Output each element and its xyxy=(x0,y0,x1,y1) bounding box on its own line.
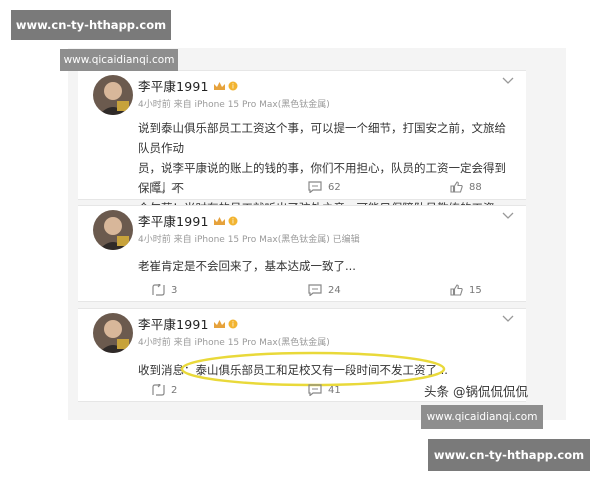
repost-count: 3 xyxy=(171,284,178,296)
crown-icon xyxy=(213,319,225,328)
vip-icon: i xyxy=(228,81,238,90)
username[interactable]: 李平康1991 xyxy=(138,76,209,95)
comment-button[interactable]: 41 xyxy=(308,382,341,398)
post-meta: 4小时前 来自 iPhone 15 Pro Max(黑色钛金属) xyxy=(138,338,330,348)
like-icon xyxy=(450,284,463,296)
crown-icon xyxy=(213,216,225,225)
like-icon xyxy=(450,181,463,193)
comment-count: 41 xyxy=(328,384,341,396)
toutiao-credit: 头条 @锅侃侃侃侃 xyxy=(424,384,528,399)
comment-button[interactable]: 24 xyxy=(308,282,341,298)
comment-count: 62 xyxy=(328,181,341,193)
comment-count: 24 xyxy=(328,284,341,296)
like-count: 15 xyxy=(469,284,482,296)
avatar[interactable] xyxy=(93,313,133,353)
chevron-down-icon[interactable] xyxy=(502,77,514,85)
comment-icon xyxy=(308,181,322,193)
watermark-site-bottom: www.qicaidianqi.com xyxy=(421,405,543,429)
comment-icon xyxy=(308,284,322,296)
avatar[interactable] xyxy=(93,75,133,115)
post-meta: 4小时前 来自 iPhone 15 Pro Max(黑色钛金属) 已编辑 xyxy=(138,235,360,245)
watermark-url-top: www.cn-ty-hthapp.com xyxy=(11,10,171,40)
chevron-down-icon[interactable] xyxy=(502,212,514,220)
repost-count: 2 xyxy=(171,181,178,193)
watermark-url-bottom: www.cn-ty-hthapp.com xyxy=(428,439,590,471)
crown-icon xyxy=(213,81,225,90)
repost-button[interactable]: 2 xyxy=(152,179,177,195)
repost-icon xyxy=(152,384,165,396)
weibo-post[interactable]: 李平康1991 i 4小时前 来自 iPhone 15 Pro Max(黑色钛金… xyxy=(78,205,526,302)
like-button[interactable]: 88 xyxy=(450,179,482,195)
post-text: 老崔肯定是不会回来了，基本达成一致了... xyxy=(138,259,356,273)
username[interactable]: 李平康1991 xyxy=(138,314,209,333)
weibo-post[interactable]: 李平康1991 i 4小时前 来自 iPhone 15 Pro Max(黑色钛金… xyxy=(78,70,526,215)
svg-text:i: i xyxy=(232,217,234,225)
vip-icon: i xyxy=(228,216,238,225)
watermark-site-top: www.qicaidianqi.com xyxy=(60,49,178,71)
like-count: 88 xyxy=(469,181,482,193)
repost-icon xyxy=(152,181,165,193)
repost-count: 2 xyxy=(171,384,178,396)
avatar[interactable] xyxy=(93,210,133,250)
like-button[interactable]: 15 xyxy=(450,282,482,298)
svg-text:i: i xyxy=(232,320,234,328)
repost-icon xyxy=(152,284,165,296)
vip-icon: i xyxy=(228,319,238,328)
chevron-down-icon[interactable] xyxy=(502,315,514,323)
comment-button[interactable]: 62 xyxy=(308,179,341,195)
repost-button[interactable]: 3 xyxy=(152,282,177,298)
username[interactable]: 李平康1991 xyxy=(138,211,209,230)
comment-icon xyxy=(308,384,322,396)
repost-button[interactable]: 2 xyxy=(152,382,177,398)
post-text: 说到泰山俱乐部员工工资这个事，可以提一个细节，打国安之前，文旅给队员作动 员，说… xyxy=(138,121,506,215)
svg-text:i: i xyxy=(232,82,234,90)
post-meta: 4小时前 来自 iPhone 15 Pro Max(黑色钛金属) xyxy=(138,100,330,110)
